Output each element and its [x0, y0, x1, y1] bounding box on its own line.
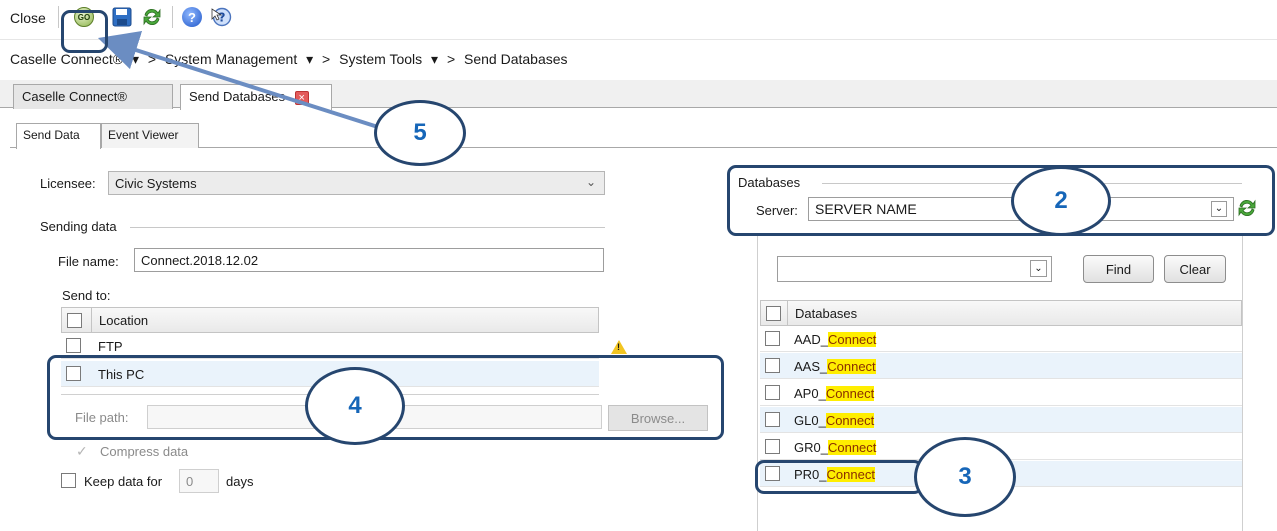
go-button-highlight [61, 10, 108, 53]
callout-4: 4 [305, 367, 405, 445]
callout-2: 2 [1011, 166, 1111, 236]
callout-3: 3 [914, 437, 1016, 517]
annotation-overlay [97, 31, 379, 129]
annotation-arrow [97, 31, 379, 129]
callout-5: 5 [374, 100, 466, 166]
server-highlight [727, 165, 1275, 236]
pr0-connect-highlight [755, 460, 923, 494]
